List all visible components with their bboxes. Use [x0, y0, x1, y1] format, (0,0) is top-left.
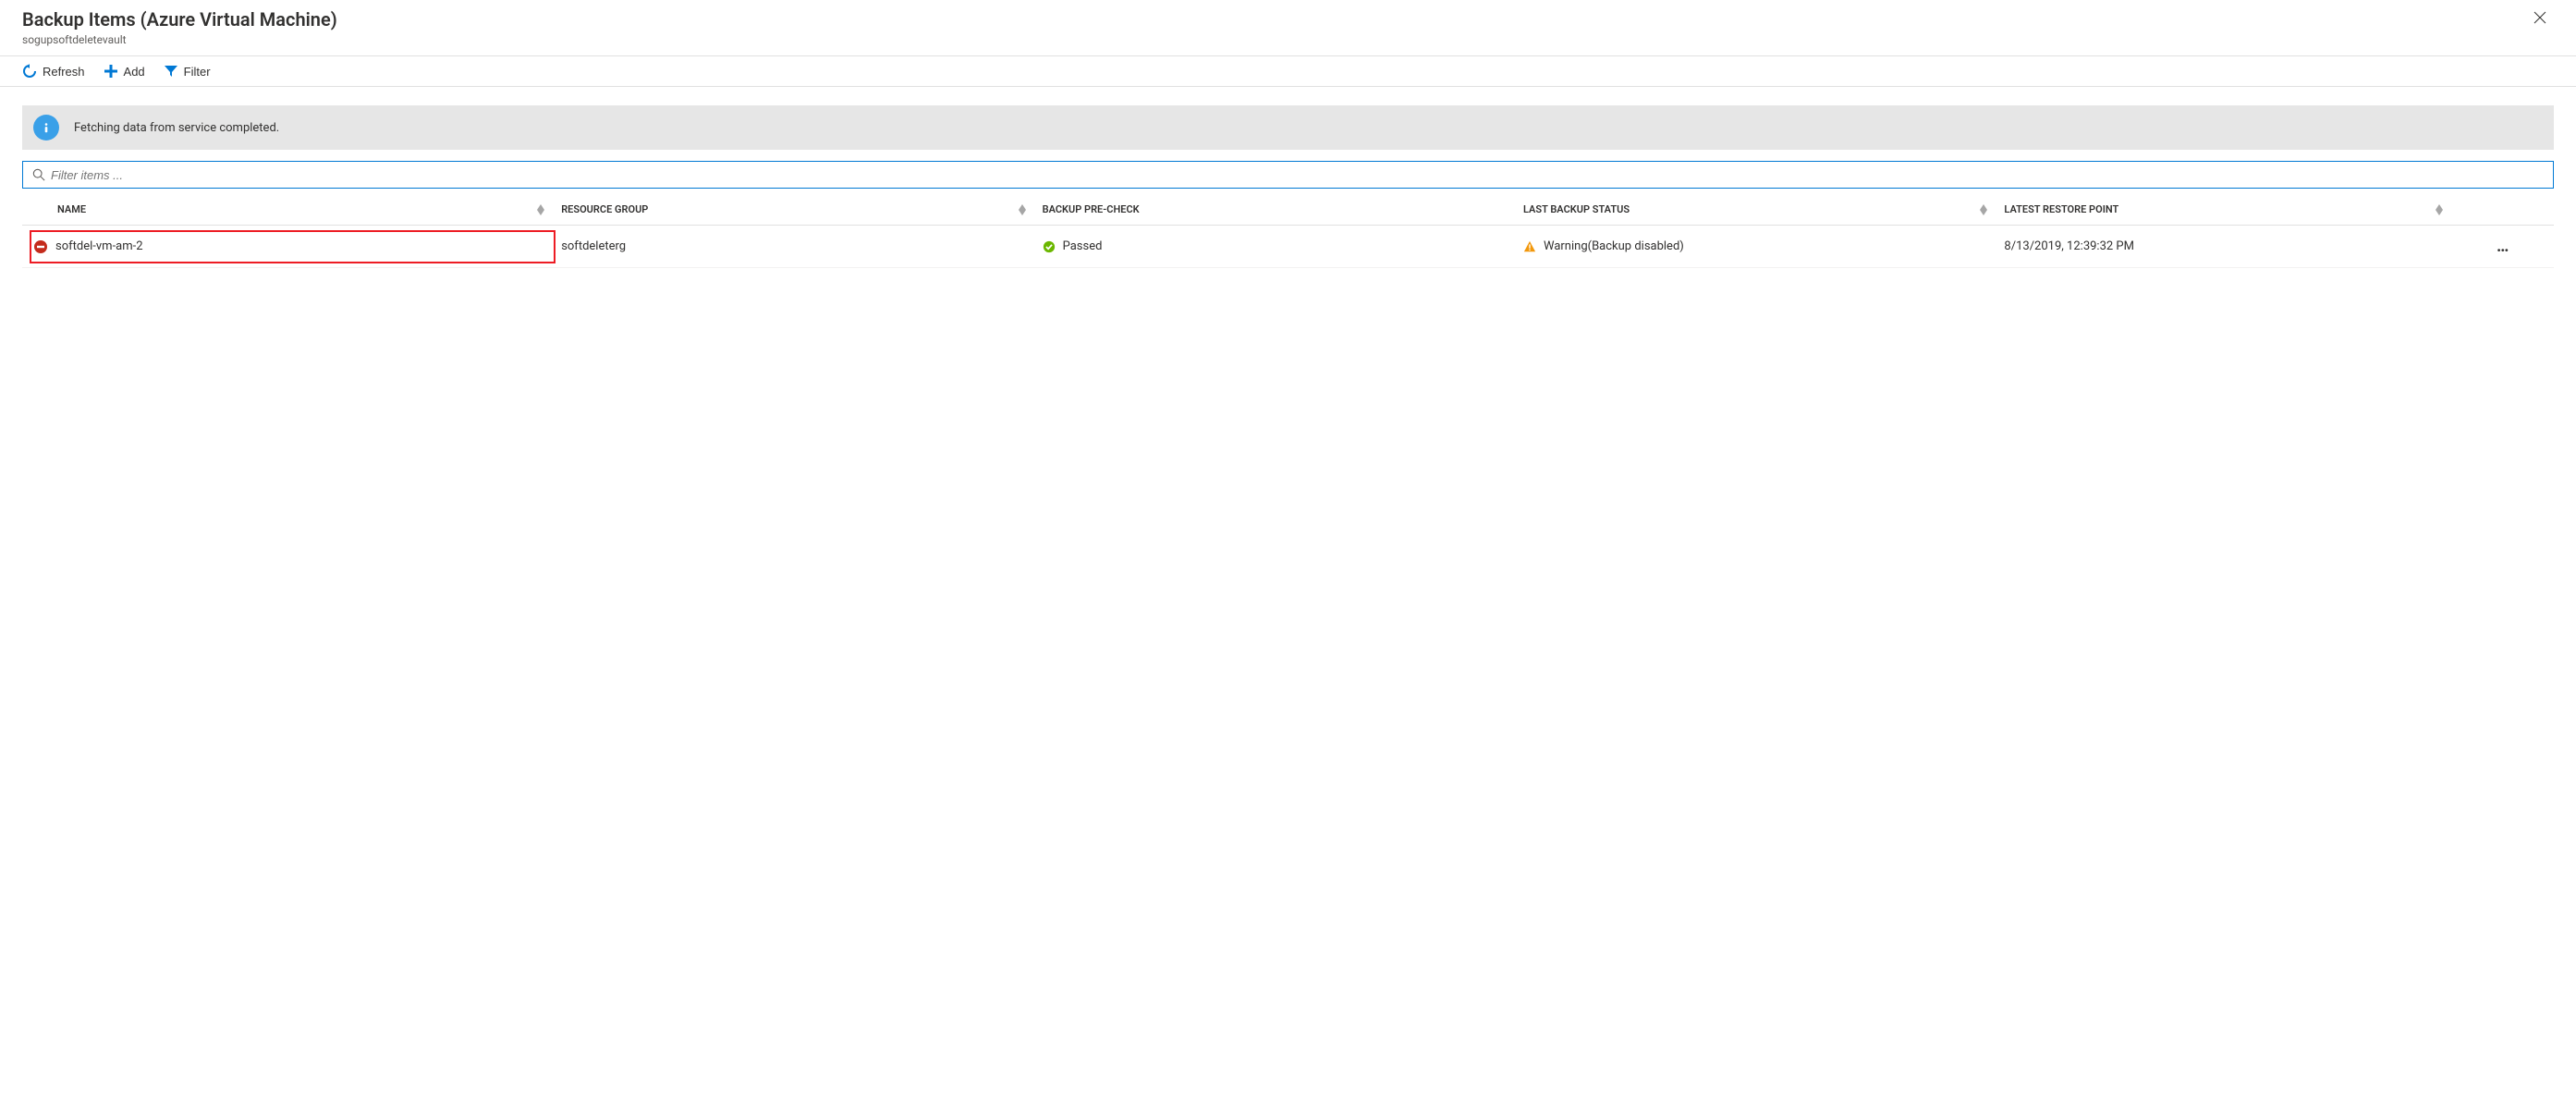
search-icon: [32, 168, 45, 181]
backup-items-table: Name Resource Group Backup Pre-Check: [22, 194, 2554, 268]
toolbar: Refresh Add Filter: [0, 56, 2576, 87]
refresh-icon: [22, 64, 37, 79]
filter-button[interactable]: Filter: [164, 64, 211, 79]
sort-icon: [1019, 204, 1026, 215]
plus-icon: [104, 64, 118, 79]
page-subtitle: sogupsoftdeletevault: [22, 33, 337, 46]
filter-icon: [164, 64, 178, 79]
warning-triangle-icon: [1523, 240, 1536, 253]
page-title: Backup Items (Azure Virtual Machine): [22, 7, 337, 31]
filter-label: Filter: [184, 65, 211, 79]
row-restore-point: 8/13/2019, 12:39:32 PM: [2004, 239, 2134, 253]
row-precheck: Passed: [1063, 239, 1103, 253]
filter-input[interactable]: [51, 168, 2544, 182]
notification-text: Fetching data from service completed.: [74, 121, 279, 135]
row-resource-group: softdeleterg: [561, 239, 626, 253]
sort-icon: [537, 204, 544, 215]
column-header-restore[interactable]: Latest Restore Point: [1996, 194, 2452, 226]
info-icon: [33, 115, 59, 141]
add-label: Add: [124, 65, 145, 79]
close-icon: [2533, 11, 2546, 24]
blade-header: Backup Items (Azure Virtual Machine) sog…: [0, 0, 2576, 56]
column-header-name[interactable]: Name: [22, 194, 554, 226]
close-button[interactable]: [2526, 7, 2554, 31]
stop-icon: [33, 239, 48, 254]
refresh-label: Refresh: [43, 65, 85, 79]
column-header-actions: [2452, 194, 2554, 226]
column-header-precheck[interactable]: Backup Pre-Check: [1035, 194, 1516, 226]
add-button[interactable]: Add: [104, 64, 145, 79]
column-header-resource-group[interactable]: Resource Group: [554, 194, 1034, 226]
refresh-button[interactable]: Refresh: [22, 64, 85, 79]
filter-box[interactable]: [22, 161, 2554, 189]
more-actions-button[interactable]: …: [2460, 237, 2546, 256]
sort-icon: [1980, 204, 1987, 215]
row-name: softdel-vm-am-2: [55, 239, 143, 253]
column-header-status[interactable]: Last Backup Status: [1516, 194, 1996, 226]
ellipsis-icon: …: [2497, 237, 2509, 256]
row-status: Warning(Backup disabled): [1544, 239, 1684, 253]
sort-icon: [2436, 204, 2443, 215]
check-circle-icon: [1043, 240, 1056, 253]
table-row[interactable]: softdel-vm-am-2 softdeleterg Passed: [22, 226, 2554, 268]
notification-bar: Fetching data from service completed.: [22, 105, 2554, 150]
